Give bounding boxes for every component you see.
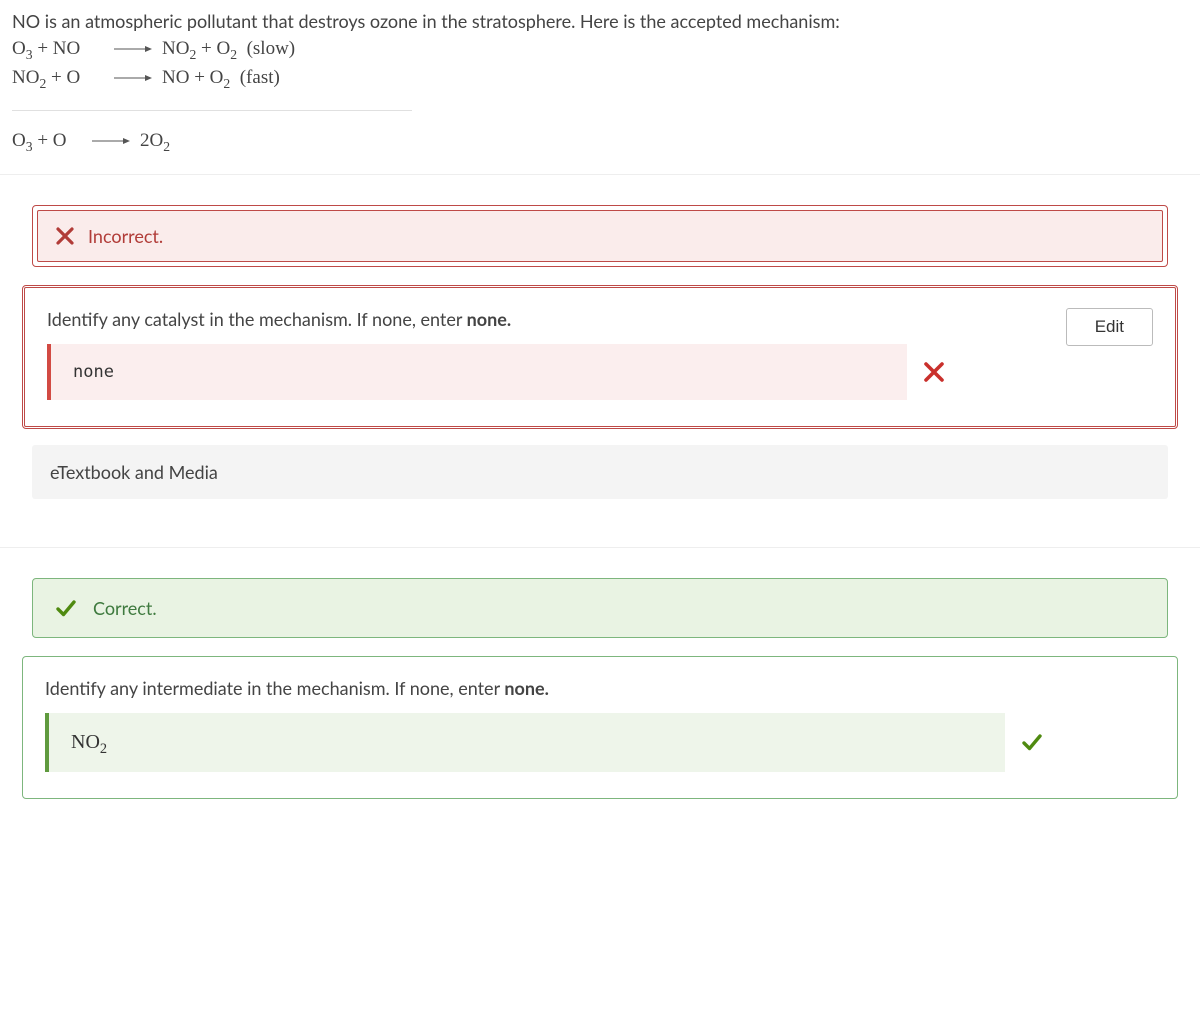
answer-field-catalyst: none — [47, 344, 907, 400]
check-icon — [55, 597, 77, 619]
arrow-icon — [114, 77, 152, 78]
question-catalyst-prompt: Identify any catalyst in the mechanism. … — [47, 308, 1046, 330]
question-intermediate-prompt: Identify any intermediate in the mechani… — [45, 677, 1155, 699]
etextbook-media-button[interactable]: eTextbook and Media — [32, 445, 1168, 499]
feedback-correct-label: Correct. — [93, 597, 157, 619]
edit-button[interactable]: Edit — [1066, 308, 1153, 346]
net-equation: O3 + O 2O2 — [12, 127, 1188, 156]
x-icon — [923, 361, 945, 383]
mechanism-step-2: NO2 + O NO + O2 (fast) — [12, 64, 1188, 93]
arrow-icon — [114, 49, 152, 50]
arrow-icon — [92, 141, 130, 142]
feedback-incorrect-label: Incorrect. — [88, 225, 163, 247]
problem-intro: NO is an atmospheric pollutant that dest… — [12, 8, 1188, 35]
divider — [0, 547, 1200, 548]
divider — [12, 110, 412, 111]
x-icon — [56, 227, 74, 245]
mechanism-step-1: O3 + NO NO2 + O2 (slow) — [12, 35, 1188, 64]
answer-field-intermediate: NO2 — [45, 713, 1005, 772]
divider — [0, 174, 1200, 175]
answer-value: NO2 — [71, 731, 107, 753]
question-intermediate-box: Identify any intermediate in the mechani… — [22, 656, 1178, 799]
question-catalyst-box: Identify any catalyst in the mechanism. … — [22, 285, 1178, 429]
feedback-incorrect-banner: Incorrect. — [32, 205, 1168, 267]
check-icon — [1021, 731, 1043, 753]
feedback-correct-banner: Correct. — [32, 578, 1168, 638]
problem-statement: NO is an atmospheric pollutant that dest… — [12, 8, 1188, 156]
answer-value: none — [73, 362, 114, 382]
